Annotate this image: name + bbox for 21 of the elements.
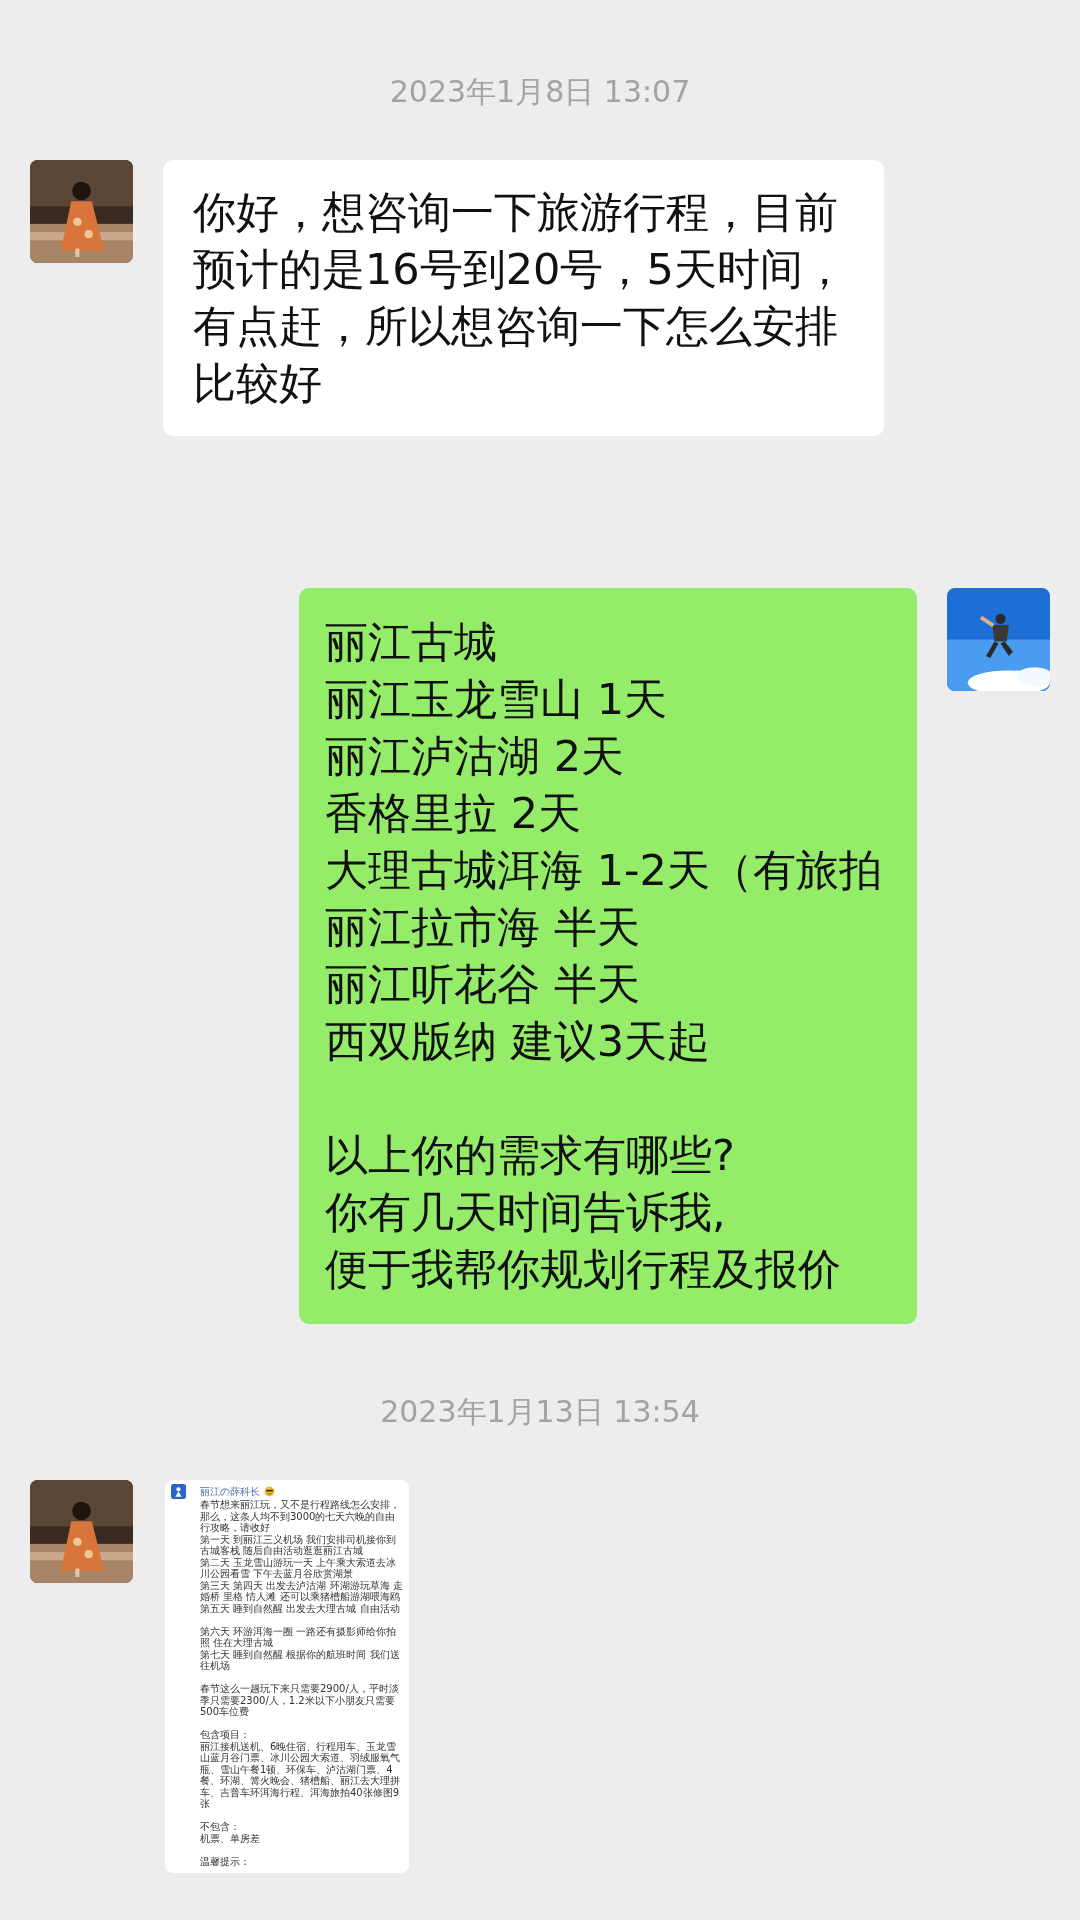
post-text: 第六天 环游洱海一圈 一路还有摄影师给你拍照 住在大理古城 <box>200 1625 398 1649</box>
post-text: 丽江接机送机、6晚住宿、行程用车、玉龙雪山蓝月谷门票、冰川公园大索道、羽绒服氧气瓶、雪山午餐1顿、环保车、泸沽湖门票、4餐、环湖、篝火晚会、猪槽船、丽江去大理拼车、吉普车环洱海行程、洱海旅拍40张修图9张 <box>200 1740 401 1810</box>
screenshot-message[interactable] <box>165 1480 409 1873</box>
post-text: 第五天 睡到自然醒 出发去大理古城 自由活动 <box>200 1602 401 1614</box>
post-text: 温馨提示： <box>200 1855 251 1867</box>
timestamp: 2023年1月8日 13:07 <box>389 72 691 111</box>
post-text: 第一天 到丽江三义机场 我们安排司机接你到古城客栈 随后自由活动逛逛丽江古城 <box>200 1533 398 1557</box>
avatar-icon <box>171 1484 186 1499</box>
post-text: 机票、单房差 <box>200 1832 261 1844</box>
post-text: 第三天 第四天 出发去泸沽湖 环湖游玩草海 走婚桥 里格 情人滩 还可以乘猪槽船游湖喂海鸥 <box>200 1579 403 1603</box>
message-bubble[interactable]: 丽江古城 丽江玉龙雪山 1天 丽江泸沽湖 2天 香格里拉 2天 大理古城洱海 1-2天（有旅拍 丽江拉市海 半天 丽江听花谷 半天 西双版纳 建议3天起 以上你的需求有哪些? 你有几天时间告诉我, 便于我帮你规划行程及报价 <box>299 588 917 1324</box>
message-bubble[interactable]: 你好，想咨询一下旅游行程，目前预计的是16号到20号，5天时间，有点赶，所以想咨询一下怎么安排比较好 <box>163 160 884 436</box>
post-text: 第七天 睡到自然醒 根据你的航班时间 我们送往机场 <box>200 1648 401 1672</box>
sender-name: 丽江の薛科长 <box>200 1484 260 1499</box>
post-text: 包含项目： <box>200 1729 251 1741</box>
timestamp: 2023年1月13日 13:54 <box>380 1392 700 1431</box>
post-text: 春节这么一趟玩下来只需要2900/人，平时淡季只需要2300/人，1.2米以下小朋友只需要500车位费 <box>200 1683 400 1718</box>
smiley-icon <box>264 1486 275 1497</box>
post-text: 第二天 玉龙雪山游玩一天 上午乘大索道去冰川公园看雪 下午去蓝月谷欣赏湖景 <box>200 1556 398 1580</box>
post-text: 不包含： <box>200 1821 241 1833</box>
post-text: 春节想来丽江玩，又不是行程路线怎么安排，那么，这条人均不到3000的七天六晚的自由行攻略，请收好 <box>200 1499 401 1534</box>
